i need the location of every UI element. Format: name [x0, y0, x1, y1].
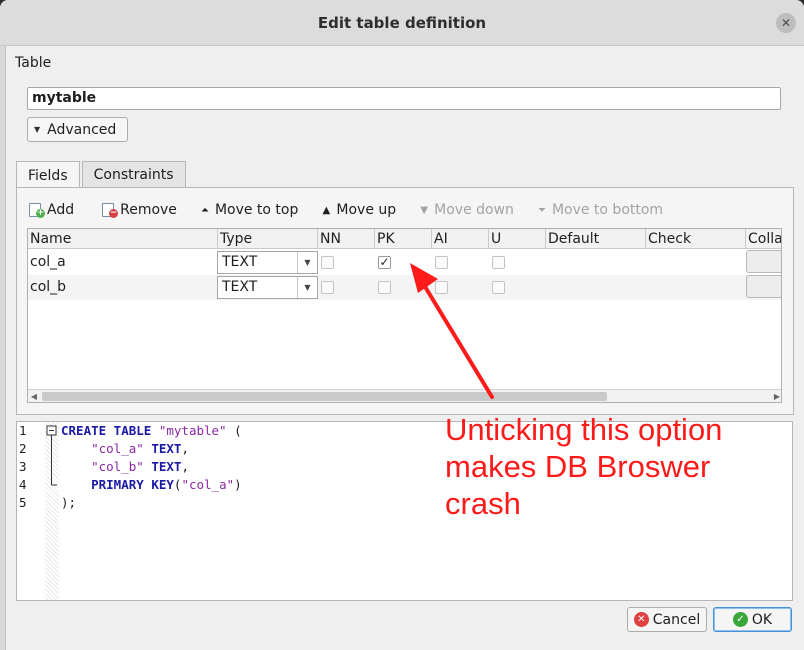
field-name-cell[interactable]: col_b	[28, 275, 66, 300]
arrow-down-icon: ▼	[420, 204, 428, 216]
arrow-up-icon: ▲	[322, 204, 331, 216]
line-number: 1	[19, 423, 27, 438]
advanced-toggle-button[interactable]: ▼ Advanced	[27, 117, 128, 142]
window-edge	[0, 46, 6, 650]
cancel-button[interactable]: ✕ Cancel	[627, 607, 707, 632]
sql-line-4: PRIMARY KEY("col_a")	[91, 477, 242, 492]
cancel-label: Cancel	[652, 611, 701, 628]
remove-field-button[interactable]: − Remove	[101, 202, 177, 218]
column-header-default[interactable]: Default	[546, 229, 646, 249]
field-type-select[interactable]: TEXT ▼	[217, 251, 318, 274]
line-number: 2	[19, 441, 27, 456]
add-field-button[interactable]: + Add	[28, 202, 74, 218]
title-bar: Edit table definition ✕	[0, 0, 804, 46]
annotation-text: Unticking this option makes DB Broswer c…	[445, 412, 723, 521]
nn-checkbox[interactable]	[321, 256, 334, 269]
chevron-down-icon: ▼	[297, 277, 317, 298]
column-header-nn[interactable]: NN	[318, 229, 375, 249]
close-button[interactable]: ✕	[776, 13, 796, 33]
tab-fields[interactable]: Fields	[16, 161, 80, 189]
line-number: 4	[19, 477, 27, 492]
sql-line-2: "col_a" TEXT,	[91, 441, 189, 456]
fold-marker-icon[interactable]	[45, 422, 59, 492]
collation-select[interactable]	[746, 275, 781, 298]
edit-table-dialog: Edit table definition ✕ Table mytable ▼ …	[0, 0, 804, 650]
checkmark-icon: ✓	[379, 255, 390, 269]
move-up-button[interactable]: ▲ Move up	[319, 202, 397, 218]
fields-toolbar: + Add − Remove ⏶ Move to top ▲ Move up ▼…	[28, 199, 684, 221]
field-name-cell[interactable]: col_a	[28, 250, 66, 275]
tab-constraints[interactable]: Constraints	[81, 161, 186, 188]
move-bottom-label: Move to bottom	[551, 202, 664, 218]
nn-checkbox[interactable]	[321, 281, 334, 294]
field-type-value: TEXT	[222, 279, 258, 295]
column-header-pk[interactable]: PK	[375, 229, 432, 249]
ok-label: OK	[751, 611, 773, 628]
line-number: 3	[19, 459, 27, 474]
scrollbar-thumb[interactable]	[42, 392, 607, 401]
cancel-icon: ✕	[633, 612, 649, 627]
checkmark-icon: ✓	[732, 612, 748, 627]
move-top-icon: ⏶	[200, 204, 209, 216]
scroll-right-icon[interactable]: ▶	[771, 390, 781, 402]
field-type-select[interactable]: TEXT ▼	[217, 276, 318, 299]
line-number: 5	[19, 495, 27, 510]
fold-margin	[45, 422, 59, 600]
move-to-top-button[interactable]: ⏶ Move to top	[198, 202, 298, 218]
tab-bar: Fields Constraints	[16, 161, 188, 189]
advanced-label: Advanced	[47, 121, 117, 138]
column-header-u[interactable]: U	[489, 229, 546, 249]
move-bottom-icon: ⏷	[537, 204, 546, 216]
sql-line-1: CREATE TABLE "mytable" (	[61, 423, 242, 438]
column-header-name[interactable]: Name	[28, 229, 218, 249]
move-down-button[interactable]: ▼ Move down	[417, 202, 514, 218]
remove-label: Remove	[120, 202, 177, 218]
annotation-arrow-icon	[410, 263, 494, 399]
pk-checkbox[interactable]: ✓	[378, 256, 391, 269]
move-up-label: Move up	[336, 202, 397, 218]
column-header-ai[interactable]: AI	[432, 229, 489, 249]
table-label: Table	[15, 55, 52, 71]
collation-select[interactable]	[746, 250, 781, 273]
close-icon: ✕	[780, 16, 792, 30]
field-type-value: TEXT	[222, 254, 258, 270]
add-field-icon: +	[28, 202, 45, 218]
triangle-down-icon: ▼	[34, 125, 41, 134]
add-label: Add	[47, 202, 75, 218]
column-header-collation[interactable]: Colla	[746, 229, 781, 249]
table-name-input[interactable]: mytable	[27, 87, 781, 110]
pk-checkbox[interactable]	[378, 281, 391, 294]
chevron-down-icon: ▼	[297, 252, 317, 273]
move-to-bottom-button[interactable]: ⏷ Move to bottom	[535, 202, 663, 218]
window-title: Edit table definition	[317, 13, 487, 32]
remove-field-icon: −	[101, 202, 119, 218]
scroll-left-icon[interactable]: ◀	[28, 390, 40, 402]
column-header-check[interactable]: Check	[646, 229, 746, 249]
column-header-type[interactable]: Type	[218, 229, 318, 249]
sql-line-3: "col_b" TEXT,	[91, 459, 189, 474]
ok-button[interactable]: ✓ OK	[713, 607, 792, 632]
fields-table-header: Name Type NN PK AI U Default Check Colla	[28, 229, 781, 249]
move-down-label: Move down	[434, 202, 514, 218]
sql-line-5: );	[61, 495, 77, 510]
move-top-label: Move to top	[214, 202, 299, 218]
